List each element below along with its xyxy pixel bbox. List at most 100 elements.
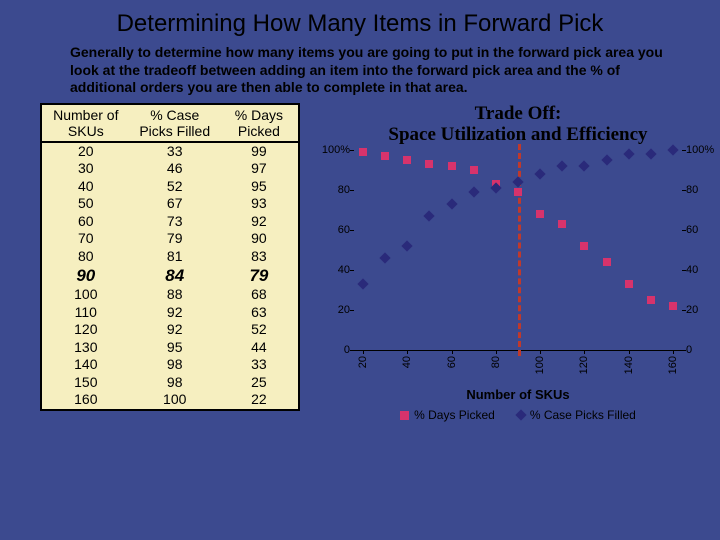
th-sku: Number of SKUs [41, 104, 130, 142]
chart-xlabel: Number of SKUs [330, 387, 706, 402]
table-cell: 140 [41, 356, 130, 374]
table-cell: 73 [130, 213, 220, 231]
table-cell: 100 [130, 391, 220, 410]
chart-title: Trade Off:Space Utilization and Efficien… [330, 103, 706, 147]
chart-point [534, 169, 545, 180]
table-cell: 95 [220, 178, 299, 196]
xtick: 100 [534, 356, 546, 374]
table-cell: 93 [220, 195, 299, 213]
chart-point [425, 160, 433, 168]
table-cell: 22 [220, 391, 299, 410]
chart-point [470, 166, 478, 174]
table-cell: 97 [220, 160, 299, 178]
table-cell: 33 [130, 142, 220, 161]
square-marker-icon [400, 411, 409, 420]
table-row: 506793 [41, 195, 299, 213]
table-cell: 160 [41, 391, 130, 410]
table-row: 908479 [41, 265, 299, 286]
table-cell: 92 [220, 213, 299, 231]
table-row: 203399 [41, 142, 299, 161]
chart-point [667, 145, 678, 156]
chart-point [557, 161, 568, 172]
table-cell: 33 [220, 356, 299, 374]
chart-point [402, 241, 413, 252]
table-cell: 99 [220, 142, 299, 161]
table-row: 304697 [41, 160, 299, 178]
table-cell: 92 [130, 304, 220, 322]
legend-label: % Days Picked [414, 408, 495, 422]
table-cell: 98 [130, 356, 220, 374]
chart-point [558, 220, 566, 228]
chart-point [669, 302, 677, 310]
table-cell: 50 [41, 195, 130, 213]
xtick: 160 [667, 356, 679, 374]
table-cell: 80 [41, 248, 130, 266]
table-cell: 130 [41, 339, 130, 357]
table-row: 16010022 [41, 391, 299, 410]
page-title: Determining How Many Items in Forward Pi… [0, 0, 720, 44]
xtick: 20 [357, 356, 369, 368]
chart-plot-area: 002020404060608080100%100%20406080100120… [354, 150, 682, 351]
table-wrap: Number of SKUs % Case Picks Filled % Day… [40, 103, 300, 423]
table-cell: 40 [41, 178, 130, 196]
th-cpf: % Case Picks Filled [130, 104, 220, 142]
chart-point [536, 210, 544, 218]
xtick: 140 [623, 356, 635, 374]
chart-point [512, 177, 523, 188]
chart-point [623, 149, 634, 160]
diamond-marker-icon [515, 410, 526, 421]
chart-panel: Trade Off:Space Utilization and Efficien… [300, 103, 706, 423]
table-row: 405295 [41, 178, 299, 196]
table-cell: 92 [130, 321, 220, 339]
chart-point [625, 280, 633, 288]
ytick-right: 100% [682, 144, 714, 156]
xtick: 40 [401, 356, 413, 368]
table-row: 1509825 [41, 374, 299, 392]
table-cell: 52 [220, 321, 299, 339]
table-cell: 68 [220, 286, 299, 304]
table-cell: 95 [130, 339, 220, 357]
table-cell: 63 [220, 304, 299, 322]
chart-point [514, 188, 522, 196]
table-cell: 81 [130, 248, 220, 266]
xtick: 80 [490, 356, 502, 368]
table-cell: 46 [130, 160, 220, 178]
chart-point [580, 242, 588, 250]
table-cell: 67 [130, 195, 220, 213]
legend-item-days: % Days Picked [400, 408, 495, 422]
table-cell: 25 [220, 374, 299, 392]
table-row: 607392 [41, 213, 299, 231]
table-cell: 90 [220, 230, 299, 248]
chart-point [448, 162, 456, 170]
chart-point [424, 211, 435, 222]
chart-point [647, 296, 655, 304]
table-cell: 20 [41, 142, 130, 161]
table-cell: 70 [41, 230, 130, 248]
xtick: 120 [578, 356, 590, 374]
table-cell: 88 [130, 286, 220, 304]
chart-point [359, 148, 367, 156]
table-cell: 90 [41, 265, 130, 286]
table-cell: 98 [130, 374, 220, 392]
chart-point [381, 152, 389, 160]
chart-point [579, 161, 590, 172]
table-row: 808183 [41, 248, 299, 266]
table-cell: 79 [130, 230, 220, 248]
chart-point [601, 155, 612, 166]
chart-legend: % Days Picked % Case Picks Filled [330, 408, 706, 422]
chart-point [403, 156, 411, 164]
table-cell: 79 [220, 265, 299, 286]
content-row: Number of SKUs % Case Picks Filled % Day… [0, 103, 720, 423]
xtick: 60 [446, 356, 458, 368]
legend-item-case: % Case Picks Filled [517, 408, 636, 422]
table-cell: 30 [41, 160, 130, 178]
chart-point [379, 253, 390, 264]
table-row: 1209252 [41, 321, 299, 339]
table-row: 707990 [41, 230, 299, 248]
chart-point [603, 258, 611, 266]
chart-point [468, 187, 479, 198]
table-cell: 60 [41, 213, 130, 231]
table-cell: 110 [41, 304, 130, 322]
table-cell: 44 [220, 339, 299, 357]
table-cell: 84 [130, 265, 220, 286]
